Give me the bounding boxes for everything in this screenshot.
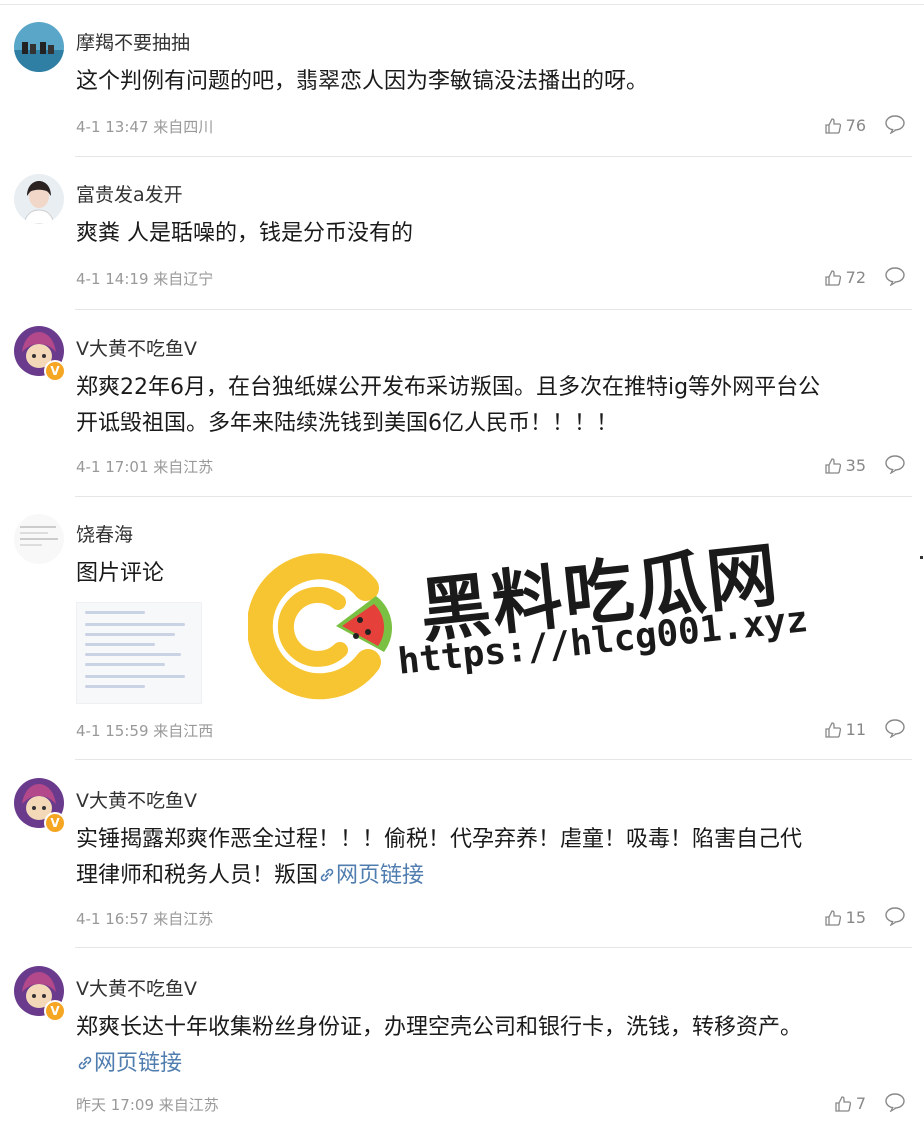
- divider: [75, 759, 912, 760]
- divider: [75, 156, 912, 157]
- verified-badge-icon: V: [44, 360, 66, 382]
- reply-button[interactable]: [884, 266, 906, 290]
- comment-text: 郑爽22年6月，在台独纸媒公开发布采访叛国。且多次在推特ig等外网平台公 开诋毁…: [76, 370, 910, 442]
- comment-text: 郑爽长达十年收集粉丝身份证，办理空壳公司和银行卡，洗钱，转移资产。 网页链接: [76, 1010, 910, 1082]
- comment-text: 图片评论: [76, 561, 165, 586]
- comment-bubble-icon: [885, 115, 905, 135]
- like-button[interactable]: 76: [824, 116, 866, 135]
- link-icon: [78, 1056, 92, 1070]
- comment-bubble-icon: [885, 267, 905, 287]
- like-button[interactable]: 11: [824, 720, 866, 739]
- comment-text-line: 郑爽22年6月，在台独纸媒公开发布采访叛国。且多次在推特ig等外网平台公: [76, 375, 821, 400]
- like-count: 15: [845, 908, 866, 927]
- thumbs-up-icon: [824, 269, 841, 286]
- divider: [75, 496, 912, 497]
- comment-image[interactable]: [76, 602, 202, 704]
- verified-badge-icon: V: [44, 1000, 66, 1022]
- comment-text-line: 开诋毁祖国。多年来陆续洗钱到美国6亿人民币！！！！: [76, 411, 618, 436]
- divider: [75, 309, 912, 310]
- avatar[interactable]: [14, 174, 64, 224]
- web-link[interactable]: 网页链接: [318, 863, 424, 888]
- comment-meta: 4-1 16:57 来自江苏: [76, 910, 214, 928]
- username[interactable]: V大黄不吃鱼V: [76, 786, 197, 813]
- verified-badge-icon: V: [44, 812, 66, 834]
- top-divider: [0, 4, 924, 5]
- reply-button[interactable]: [884, 906, 906, 930]
- thumbs-up-icon: [824, 909, 841, 926]
- like-button[interactable]: 35: [824, 456, 866, 475]
- web-link[interactable]: 网页链接: [76, 1051, 182, 1076]
- username[interactable]: V大黄不吃鱼V: [76, 974, 197, 1001]
- comment-text-line: 实锤揭露郑爽作恶全过程！！！偷税！代孕弃养！虐童！吸毒！陷害自己代: [76, 827, 803, 852]
- username[interactable]: 摩羯不要抽抽: [76, 28, 190, 55]
- comment-meta: 4-1 17:01 来自江苏: [76, 458, 214, 476]
- avatar[interactable]: [14, 514, 64, 564]
- thumbs-up-icon: [824, 721, 841, 738]
- thumbs-up-icon: [835, 1095, 851, 1112]
- username[interactable]: 饶春海: [76, 520, 133, 547]
- comment-meta: 4-1 15:59 来自江西: [76, 722, 214, 740]
- link-icon: [320, 868, 334, 882]
- comment-text: 这个判例有问题的吧，翡翠恋人因为李敏镐没法播出的呀。: [76, 69, 649, 94]
- thumbs-up-icon: [824, 117, 841, 134]
- divider: [75, 947, 912, 948]
- comment-bubble-icon: [885, 1093, 905, 1113]
- like-count: 35: [845, 456, 866, 475]
- like-button[interactable]: 72: [824, 268, 866, 287]
- comment-text-line: 网页链接: [76, 1046, 910, 1082]
- comment-bubble-icon: [885, 455, 905, 475]
- watermark-url: https://hlcg001.xyz: [395, 599, 810, 683]
- username[interactable]: 富贵发a发开: [76, 180, 183, 207]
- stray-dot: [920, 556, 923, 559]
- reply-button[interactable]: [884, 114, 906, 138]
- comment-meta: 昨天 17:09 来自江苏: [76, 1096, 219, 1114]
- comment-text-line: 理律师和税务人员！叛国 网页链接: [76, 863, 425, 888]
- reply-button[interactable]: [884, 1092, 906, 1116]
- reply-button[interactable]: [884, 454, 906, 478]
- like-count: 76: [845, 116, 866, 135]
- comment-bubble-icon: [885, 719, 905, 739]
- comment-meta: 4-1 13:47 来自四川: [76, 118, 214, 136]
- comment-text: 实锤揭露郑爽作恶全过程！！！偷税！代孕弃养！虐童！吸毒！陷害自己代 理律师和税务…: [76, 822, 910, 894]
- comment-bubble-icon: [885, 907, 905, 927]
- like-button[interactable]: 15: [824, 908, 866, 927]
- like-button[interactable]: 7: [834, 1094, 866, 1113]
- comment-text-line: 郑爽长达十年收集粉丝身份证，办理空壳公司和银行卡，洗钱，转移资产。: [76, 1015, 803, 1040]
- comment-text: 爽粪 人是聒噪的，钱是分币没有的: [76, 221, 413, 246]
- username[interactable]: V大黄不吃鱼V: [76, 334, 197, 361]
- reply-button[interactable]: [884, 718, 906, 742]
- like-count: 7: [855, 1094, 866, 1113]
- like-count: 11: [845, 720, 866, 739]
- thumbs-up-icon: [824, 457, 841, 474]
- avatar[interactable]: [14, 22, 64, 72]
- comment-meta: 4-1 14:19 来自辽宁: [76, 270, 214, 288]
- like-count: 72: [845, 268, 866, 287]
